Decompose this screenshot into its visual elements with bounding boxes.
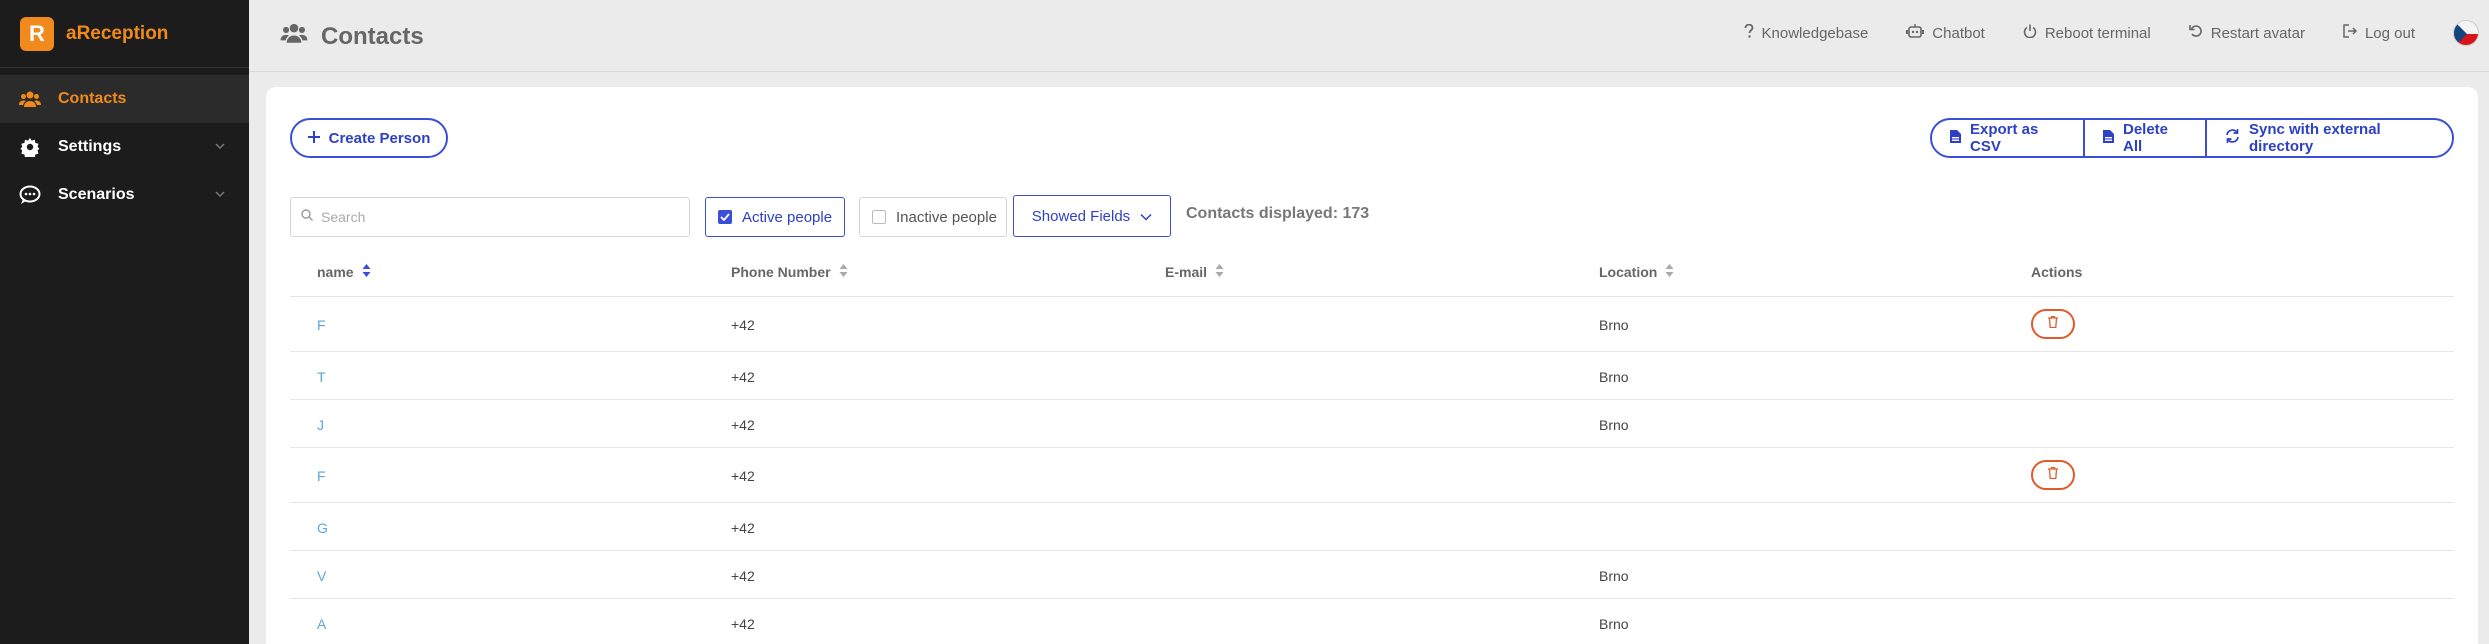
delete-all-button[interactable]: Delete All: [2085, 120, 2207, 156]
sync-directory-button[interactable]: Sync with external directory: [2207, 120, 2452, 156]
sync-icon: [2225, 129, 2249, 147]
chevron-down-icon: [213, 139, 229, 155]
table-row[interactable]: J +42 Brno: [290, 400, 2454, 448]
search-field[interactable]: [290, 197, 690, 237]
sidebar-item-contacts[interactable]: Contacts: [0, 75, 249, 123]
table-row[interactable]: A +42 Brno: [290, 599, 2454, 644]
delete-contact-button[interactable]: [2031, 460, 2075, 490]
contact-phone: +42: [731, 317, 755, 333]
column-header-location[interactable]: Location: [1599, 264, 1674, 280]
brand-name: aReception: [66, 22, 169, 44]
trash-icon: [2048, 466, 2058, 484]
sidebar: R aReception Contacts Settings Scenarios: [0, 0, 249, 644]
topbar: Contacts Knowledgebase Chatbot Reboot te…: [249, 0, 2489, 72]
contact-location: Brno: [1599, 317, 1629, 333]
contact-name-link[interactable]: G: [317, 520, 328, 536]
column-header-actions: Actions: [2031, 264, 2083, 280]
file-icon: [1950, 129, 1970, 147]
sidebar-item-label: Settings: [58, 138, 122, 155]
contact-phone: +42: [731, 417, 755, 433]
contacts-count: Contacts displayed: 173: [1186, 205, 1370, 222]
chat-icon: [18, 183, 42, 207]
column-header-phone[interactable]: Phone Number: [731, 264, 848, 280]
search-input[interactable]: [321, 209, 661, 225]
export-actions-group: Export as CSV Delete All Sync with exter…: [1930, 118, 2454, 158]
export-csv-button[interactable]: Export as CSV: [1932, 120, 2085, 156]
sidebar-item-label: Scenarios: [58, 186, 135, 203]
brand[interactable]: R aReception: [0, 0, 249, 68]
contact-location: Brno: [1599, 568, 1629, 584]
top-links: Knowledgebase Chatbot Reboot terminal Re…: [1744, 20, 2489, 46]
contact-location: Brno: [1599, 616, 1629, 632]
table-row[interactable]: F +42: [290, 448, 2454, 503]
contact-phone: +42: [731, 369, 755, 385]
table-header: name Phone Number E-mail Location Action…: [290, 247, 2454, 297]
logout-icon: [2343, 24, 2365, 42]
gear-icon: [18, 135, 42, 159]
contact-name-link[interactable]: T: [317, 369, 326, 385]
search-icon: [301, 208, 313, 226]
power-icon: [2023, 24, 2045, 42]
reboot-terminal-link[interactable]: Reboot terminal: [2023, 24, 2151, 42]
create-person-button[interactable]: Create Person: [290, 118, 448, 158]
users-icon: [18, 87, 42, 111]
trash-icon: [2048, 315, 2058, 333]
contacts-card: Create Person Export as CSV Delete All S…: [266, 87, 2478, 644]
plus-icon: [307, 130, 329, 147]
contact-phone: +42: [731, 568, 755, 584]
table-row[interactable]: T +42 Brno: [290, 352, 2454, 400]
chatbot-link[interactable]: Chatbot: [1906, 24, 1985, 42]
contact-location: Brno: [1599, 417, 1629, 433]
column-header-email[interactable]: E-mail: [1165, 264, 1224, 280]
logout-link[interactable]: Log out: [2343, 24, 2415, 42]
brand-logo: R: [20, 16, 54, 51]
table-row[interactable]: V +42 Brno: [290, 551, 2454, 599]
table-row[interactable]: G +42: [290, 503, 2454, 551]
sort-icon: [831, 264, 848, 280]
sidebar-item-scenarios[interactable]: Scenarios: [0, 171, 249, 219]
contact-name-link[interactable]: J: [317, 417, 324, 433]
contact-phone: +42: [731, 468, 755, 484]
contact-name-link[interactable]: F: [317, 317, 326, 333]
question-icon: [1744, 23, 1762, 42]
table-row[interactable]: F +42 Brno: [290, 297, 2454, 352]
delete-contact-button[interactable]: [2031, 309, 2075, 339]
sort-asc-icon: [354, 264, 371, 280]
page-title: Contacts: [279, 22, 424, 51]
restart-avatar-link[interactable]: Restart avatar: [2188, 24, 2305, 42]
restart-icon: [2188, 24, 2211, 42]
sort-icon: [1657, 264, 1674, 280]
chevron-down-icon: [213, 187, 229, 203]
czech-flag-icon[interactable]: [2453, 20, 2479, 46]
contact-name-link[interactable]: A: [317, 616, 326, 632]
contact-phone: +42: [731, 616, 755, 632]
contact-name-link[interactable]: F: [317, 468, 326, 484]
inactive-people-filter[interactable]: Inactive people: [859, 197, 1007, 237]
column-header-name[interactable]: name: [317, 264, 371, 280]
sidebar-item-settings[interactable]: Settings: [0, 123, 249, 171]
robot-icon: [1906, 24, 1932, 42]
active-people-checkbox[interactable]: [718, 210, 732, 224]
chevron-down-icon: [1130, 208, 1152, 225]
contact-location: Brno: [1599, 369, 1629, 385]
page-title-text: Contacts: [321, 22, 424, 50]
contact-name-link[interactable]: V: [317, 568, 326, 584]
showed-fields-dropdown[interactable]: Showed Fields: [1013, 195, 1171, 237]
file-icon: [2103, 129, 2123, 147]
knowledgebase-link[interactable]: Knowledgebase: [1744, 23, 1868, 42]
users-icon: [279, 22, 321, 51]
active-people-filter[interactable]: Active people: [705, 197, 845, 237]
sidebar-item-label: Contacts: [58, 90, 127, 107]
inactive-people-checkbox[interactable]: [872, 210, 886, 224]
contact-phone: +42: [731, 520, 755, 536]
sort-icon: [1207, 264, 1224, 280]
